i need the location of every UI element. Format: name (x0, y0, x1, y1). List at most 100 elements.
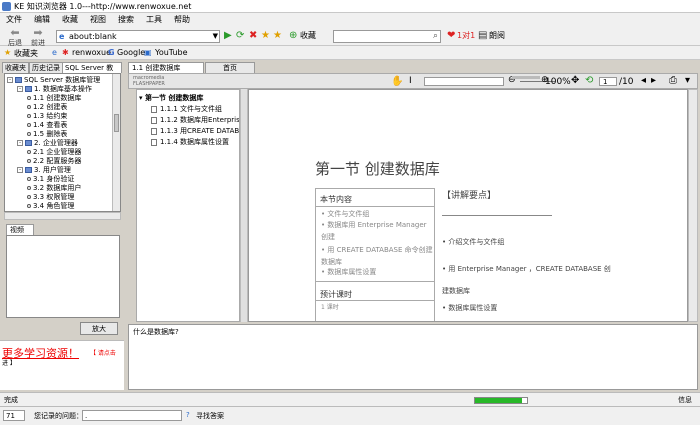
book-icon (25, 167, 32, 173)
key-divider (442, 215, 552, 216)
key-point-text: 数据库属性设置 (448, 304, 498, 312)
rotate-icon[interactable]: ⟲ (585, 75, 593, 86)
refresh-icon[interactable]: ⟳ (236, 30, 244, 42)
summary-item: • 文件与文件组 (321, 210, 370, 218)
tree-hscrollbar[interactable] (4, 212, 121, 220)
favorite-label[interactable]: 收藏 (300, 30, 316, 42)
expand-toggle-icon[interactable]: - (7, 77, 13, 83)
favorites-bar: ★ 收藏夹 e ✱ renwoxue G Google ▣ YouTube (0, 46, 700, 60)
status-bar: 完成 信息 (0, 392, 700, 406)
menu-tools[interactable]: 工具 (140, 13, 168, 26)
zoom-button[interactable]: 放大 (80, 322, 118, 335)
promo-click-tail: 进 】 (2, 360, 16, 367)
tree-node-label: 2.1 企业管理器 (33, 148, 82, 156)
content-tab-strip: 1.1 创建数据库 首页 (128, 62, 258, 73)
tree-scrollbar[interactable] (112, 74, 120, 211)
google-icon: G (108, 48, 115, 57)
question-count: 71 (3, 410, 25, 421)
address-bar[interactable]: e ▼ (56, 30, 220, 43)
document-scrollbar[interactable] (688, 89, 698, 322)
tree-node-label: 1.3 给约束 (33, 112, 68, 120)
tab-history[interactable]: 历史记录 (29, 62, 63, 73)
text-select-icon[interactable]: I (409, 76, 412, 86)
outline-item-label: 1.1.4 数据库属性设置 (160, 138, 230, 146)
search-box[interactable]: ⌕ (333, 30, 441, 43)
chevron-down-icon[interactable]: ▼ (213, 32, 218, 40)
prev-page-icon[interactable]: ◂ (641, 75, 646, 86)
outline-splitter[interactable] (240, 89, 248, 322)
tts-label[interactable]: 朗阅 (489, 30, 505, 42)
print-icon[interactable]: ⎙ (669, 75, 677, 86)
expand-toggle-icon[interactable]: - (17, 167, 23, 173)
summary-item: • 数据库属性设置 (321, 268, 377, 276)
outline-root[interactable]: ▾ 第一节 创建数据库 (139, 93, 203, 103)
expand-toggle-icon[interactable]: - (17, 86, 23, 92)
tree-node-label: SQL Server 数据库管理 (24, 76, 101, 84)
favorites-star-icon: ★ (4, 48, 12, 57)
expand-toggle-icon[interactable]: - (17, 140, 23, 146)
topic-icon (27, 132, 31, 136)
topic-icon (27, 96, 31, 100)
menu-help[interactable]: 帮助 (168, 13, 196, 26)
tab-lesson[interactable]: 1.1 创建数据库 (128, 62, 204, 73)
video-tab[interactable]: 视频 (6, 224, 34, 235)
summary-item: • 用 CREATE DATABASE 命令创建数据库 (321, 246, 433, 266)
page-input[interactable]: 1 (599, 77, 617, 86)
address-input[interactable] (69, 31, 209, 42)
next-page-icon[interactable]: ▸ (651, 75, 656, 86)
pair-label[interactable]: 1对1 (457, 30, 475, 42)
tree-node-label: 3.1 身份验证 (33, 175, 75, 183)
key-point-text: 介绍文件与文件组 (448, 238, 505, 246)
topic-icon (27, 204, 31, 208)
stop-icon[interactable]: ✖ (249, 30, 257, 42)
search-icon[interactable]: ⌕ (433, 31, 438, 41)
outline-item[interactable]: 1.1.4 数据库属性设置 (151, 137, 229, 147)
menu-file[interactable]: 文件 (0, 13, 28, 26)
fit-width-icon[interactable]: ✥ (571, 75, 579, 86)
tree-node-label: 1. 数据库基本操作 (34, 85, 92, 93)
favorite-add-icon[interactable]: ⊕ (289, 30, 297, 42)
help-icon: ? (186, 411, 190, 419)
find-answer-button[interactable]: 寻找答案 (196, 411, 224, 421)
options-icon[interactable]: ▾ (685, 75, 690, 86)
menu-favorites[interactable]: 收藏 (56, 13, 84, 26)
window-title: KE 知识浏览器 1.0---http://www.renwoxue.net (14, 2, 192, 11)
zoom-value: 100% (545, 77, 571, 87)
tab-sql-server[interactable]: SQL Server 教 (62, 62, 122, 73)
menu-search[interactable]: 搜索 (112, 13, 140, 26)
speaker-icon[interactable]: ▤ (478, 30, 487, 42)
bookmark-google[interactable]: Google (117, 48, 145, 57)
time-heading: 预计课时 (320, 290, 352, 299)
question-panel[interactable]: 什么是数据库? (128, 324, 698, 390)
tab-favorites[interactable]: 收藏夹 (2, 62, 29, 73)
book-icon (15, 77, 22, 83)
favorites-button[interactable]: 收藏夹 (14, 48, 38, 59)
key-points-heading: 【讲解要点】 (442, 191, 497, 201)
promo-click-link[interactable]: 【 请点击 (90, 348, 116, 357)
tree-node[interactable]: 3.4 角色管理 (27, 201, 74, 211)
topic-icon (27, 177, 31, 181)
outline-item[interactable]: 1.1.3 用CREATE DATABA (151, 126, 239, 136)
youtube-icon: ▣ (144, 48, 152, 57)
outline-item[interactable]: 1.1.1 文件与文件组 (151, 104, 222, 114)
heart-icon[interactable]: ❤ (447, 30, 455, 42)
question-log-input[interactable] (82, 410, 182, 421)
menu-bar: 文件 编辑 收藏 视图 搜索 工具 帮助 (0, 13, 700, 26)
star-add-icon[interactable]: ★ (273, 30, 282, 42)
star-icon[interactable]: ★ (261, 30, 270, 42)
menu-view[interactable]: 视图 (84, 13, 112, 26)
forward-button[interactable]: ➡ 前进 (27, 27, 49, 48)
tab-home[interactable]: 首页 (205, 62, 255, 73)
ie-icon: e (52, 48, 57, 57)
summary-item-text: 用 CREATE DATABASE 命令创建数据库 (321, 246, 433, 266)
menu-edit[interactable]: 编辑 (28, 13, 56, 26)
back-button[interactable]: ⬅ 后退 (4, 27, 26, 48)
bookmark-renwoxue[interactable]: renwoxue (72, 48, 111, 57)
outline-item[interactable]: 1.1.2 数据库用Enterprise (151, 115, 239, 125)
go-icon[interactable]: ▶ (224, 30, 232, 42)
promo-panel: 更多学习资源！ 【 请点击 进 】 (0, 340, 124, 390)
outline-item-label: 1.1.1 文件与文件组 (160, 105, 223, 113)
hand-tool-icon[interactable]: ✋ (391, 76, 403, 87)
bookmark-youtube[interactable]: YouTube (155, 48, 188, 57)
find-input[interactable] (424, 77, 504, 86)
